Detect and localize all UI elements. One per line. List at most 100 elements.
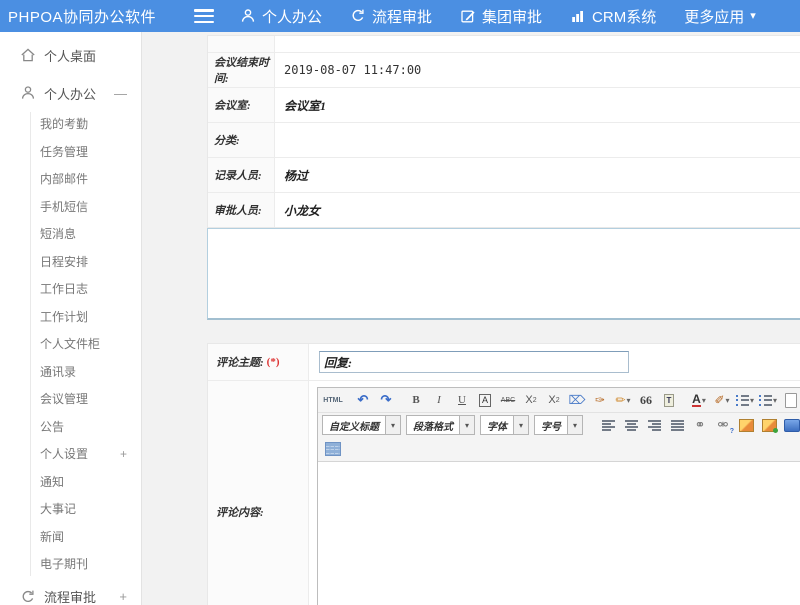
subscript-button[interactable]: X2 <box>543 390 565 410</box>
form-field-value: 杨过 <box>275 158 800 192</box>
highlight-color-button[interactable]: ✐▾ <box>711 390 733 410</box>
sidebar-subitem-label: 电子期刊 <box>40 555 88 572</box>
bold-button[interactable]: B <box>405 390 427 410</box>
expand-toggle[interactable]: + <box>120 447 127 461</box>
comment-subject-input[interactable] <box>319 351 629 373</box>
undo-button[interactable]: ↶ <box>352 390 374 410</box>
sidebar-subitem[interactable]: 大事记 <box>0 495 141 523</box>
comment-subject-cell <box>309 344 800 380</box>
upload-image-button[interactable] <box>758 415 780 435</box>
nav-workflow-approval[interactable]: 流程审批 <box>350 6 432 27</box>
insert-table-button[interactable] <box>322 439 344 459</box>
sidebar-subitem[interactable]: 手机短信 <box>0 193 141 221</box>
comment-subject-row: 评论主题: (*) <box>208 344 800 381</box>
sidebar-subitem[interactable]: 新闻 <box>0 523 141 551</box>
sidebar-item-personal-office[interactable]: 个人办公 — <box>0 78 141 108</box>
comment-form-table: 评论主题: (*) 评论内容: HTML ↶ <box>207 343 800 605</box>
autoformat-button[interactable]: ✏▾ <box>612 390 634 410</box>
caret-down-icon: ▾ <box>513 416 528 434</box>
align-left-icon <box>602 420 615 431</box>
superscript-button[interactable]: X2 <box>520 390 542 410</box>
sidebar-subitem-label: 工作计划 <box>40 308 88 325</box>
format-brush-button[interactable]: ✑ <box>589 390 611 410</box>
sidebar-subitem[interactable]: 个人文件柜 <box>0 330 141 358</box>
sidebar-subitem[interactable]: 通讯录 <box>0 358 141 386</box>
editor-toolbar-row-3 <box>318 437 800 461</box>
comment-editor-cell: HTML ↶ ↷ B I U A ABC X2 X2 ⌦ <box>309 381 800 605</box>
sidebar-subitem[interactable]: 电子期刊 <box>0 550 141 578</box>
nav-label: 个人办公 <box>262 6 322 27</box>
sidebar-subitem[interactable]: 会议管理 <box>0 385 141 413</box>
eraser-button[interactable]: ⌦ <box>566 390 588 410</box>
form-field-label: 分类: <box>208 123 275 157</box>
align-center-button[interactable] <box>620 415 642 435</box>
sidebar-subitem[interactable]: 工作日志 <box>0 275 141 303</box>
field-label-text: 评论主题: <box>216 354 264 370</box>
sidebar-subitem[interactable]: 我的考勤 <box>0 110 141 138</box>
nav-personal-office[interactable]: 个人办公 <box>240 6 322 27</box>
sidebar: 个人桌面 个人办公 — 我的考勤 任务管理 内部邮件 手机短信 短消息 日程安 <box>0 32 142 605</box>
sidebar-subitem[interactable]: 任务管理 <box>0 138 141 166</box>
nav-crm-system[interactable]: CRM系统 <box>570 6 656 27</box>
html-source-button[interactable]: HTML <box>322 390 344 410</box>
meeting-minutes-box <box>207 228 800 320</box>
font-size-select[interactable]: 字号▾ <box>534 415 583 435</box>
chart-icon <box>570 8 586 24</box>
sidebar-subitem[interactable]: 通知 <box>0 468 141 496</box>
align-justify-icon <box>671 420 684 431</box>
ordered-list-button[interactable]: ▾ <box>734 390 756 410</box>
redo-button[interactable]: ↷ <box>375 390 397 410</box>
expand-toggle[interactable]: + <box>119 589 127 604</box>
sidebar-subitem[interactable]: 日程安排 <box>0 248 141 276</box>
boxed-a-icon: A <box>479 394 491 407</box>
sidebar-subitem[interactable]: 个人设置 + <box>0 440 141 468</box>
unordered-list-icon <box>759 395 772 406</box>
font-style-button[interactable]: A <box>474 390 496 410</box>
new-page-button[interactable] <box>780 390 800 410</box>
insert-image-button[interactable] <box>735 415 757 435</box>
main-content: 会议结束时间: 2019-08-07 11:47:00 会议室: 会议室1 分类… <box>142 32 800 605</box>
hamburger-menu-icon[interactable] <box>194 9 214 23</box>
sidebar-subitem[interactable]: 工作计划 <box>0 303 141 331</box>
table-icon <box>325 442 341 456</box>
underline-button[interactable]: U <box>451 390 473 410</box>
unordered-list-button[interactable]: ▾ <box>757 390 779 410</box>
sidebar-subitem[interactable]: 短消息 <box>0 220 141 248</box>
nav-more-apps[interactable]: 更多应用 ▾ <box>684 6 756 27</box>
sidebar-item-workflow-approval[interactable]: 流程审批 + <box>0 582 141 605</box>
caret-down-icon: ▾ <box>627 396 631 405</box>
form-row: 记录人员: 杨过 <box>208 158 800 193</box>
remove-link-button[interactable]: ⚮ <box>712 415 734 435</box>
font-family-select[interactable]: 字体▾ <box>480 415 529 435</box>
form-field-label: 审批人员: <box>208 193 275 227</box>
sidebar-item-personal-desktop[interactable]: 个人桌面 <box>0 40 141 70</box>
collapse-toggle[interactable]: — <box>114 86 127 101</box>
paragraph-format-select[interactable]: 段落格式▾ <box>406 415 475 435</box>
align-center-icon <box>625 420 638 431</box>
blockquote-button[interactable]: 66 <box>635 390 657 410</box>
editor-toolbar-row-2: 自定义标题▾ 段落格式▾ 字体▾ 字号▾ ⚭ ⚮ <box>318 413 800 437</box>
sidebar-subitem[interactable]: 公告 <box>0 413 141 441</box>
font-color-button[interactable]: A▾ <box>688 390 710 410</box>
caret-down-icon: ▾ <box>702 396 706 405</box>
strikethrough-button[interactable]: ABC <box>497 390 519 410</box>
form-field-value <box>275 123 800 157</box>
form-field-value <box>275 36 800 52</box>
insert-link-button[interactable]: ⚭ <box>689 415 711 435</box>
ordered-list-icon <box>736 395 749 406</box>
editor-toolbar-row-1: HTML ↶ ↷ B I U A ABC X2 X2 ⌦ <box>318 388 800 413</box>
align-right-button[interactable] <box>643 415 665 435</box>
nav-group-approval[interactable]: 集团审批 <box>460 6 542 27</box>
form-row: 会议室: 会议室1 <box>208 88 800 123</box>
paste-text-button[interactable]: T <box>658 390 680 410</box>
edit-icon <box>460 8 476 24</box>
sidebar-subitem-label: 会议管理 <box>40 390 88 407</box>
italic-button[interactable]: I <box>428 390 450 410</box>
custom-title-select[interactable]: 自定义标题▾ <box>322 415 401 435</box>
align-justify-button[interactable] <box>666 415 688 435</box>
insert-media-button[interactable] <box>781 415 800 435</box>
comment-content-textarea[interactable] <box>318 461 800 605</box>
form-field-value: 会议室1 <box>275 88 800 122</box>
sidebar-subitem[interactable]: 内部邮件 <box>0 165 141 193</box>
align-left-button[interactable] <box>597 415 619 435</box>
